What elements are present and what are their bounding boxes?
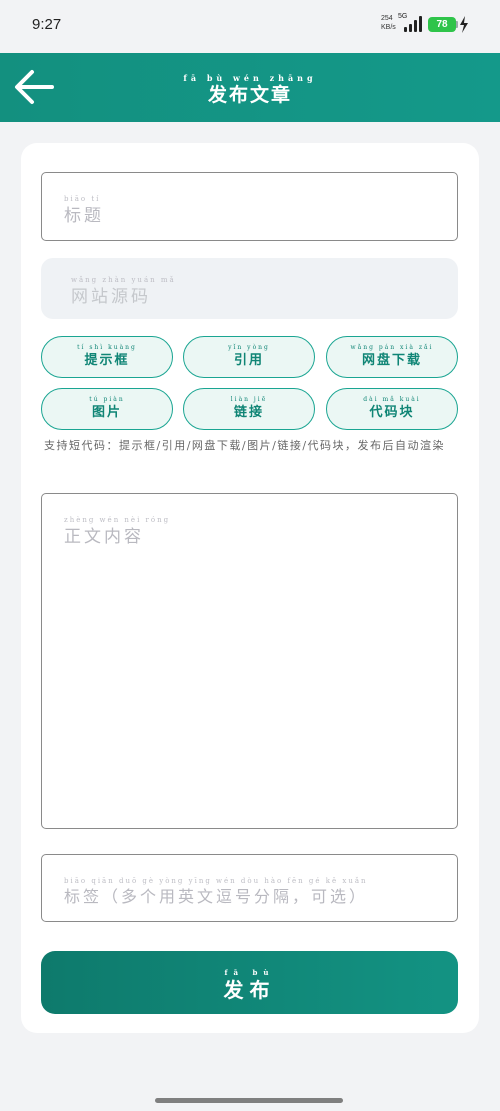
tags-placeholder: biāo qiān duō gè yòng yīng wén dòu hào f… [64,877,368,907]
chip-pinyin: tí shì kuàng [77,344,137,351]
form-card: biāo tí 标题 wǎng zhàn yuán mǎ 网站源码 tí shì… [21,143,479,1033]
chip-pinyin: liàn jiē [230,396,268,403]
source-input[interactable]: wǎng zhàn yuán mǎ 网站源码 [41,258,458,319]
body-textarea[interactable]: zhèng wén nèi róng 正文内容 [41,493,458,829]
signal-icon [404,16,424,32]
chip-label: 引用 [233,353,264,368]
network-speed-unit: KB/s [381,24,396,31]
source-placeholder: wǎng zhàn yuán mǎ 网站源码 [71,276,176,307]
battery-icon: 78 [428,17,456,32]
publish-pinyin: fā bù [224,968,275,977]
body-placeholder-text: 正文内容 [64,527,144,547]
title-placeholder-text: 标题 [64,206,104,226]
network-speed: 254 KB/s [381,14,396,32]
shortcode-button-code-block[interactable]: dài mǎ kuài 代码块 [326,388,458,430]
tags-input[interactable]: biāo qiān duō gè yòng yīng wén dòu hào f… [41,854,458,922]
battery-tip [456,21,458,28]
chip-label: 图片 [91,405,122,420]
publish-button[interactable]: fā bù 发布 [41,951,458,1014]
shortcode-button-tip-box[interactable]: tí shì kuàng 提示框 [41,336,173,378]
shortcode-button-cloud-download[interactable]: wǎng pán xià zǎi 网盘下载 [326,336,458,378]
page-title-text: 发布文章 [207,84,292,106]
shortcode-button-link[interactable]: liàn jiē 链接 [183,388,315,430]
shortcode-button-image[interactable]: tú piàn 图片 [41,388,173,430]
title-placeholder: biāo tí 标题 [64,195,104,226]
network-speed-value: 254 [381,15,393,22]
back-button[interactable] [10,65,58,109]
page-title-pinyin: fā bù wén zhāng [183,73,317,83]
shortcode-button-quote[interactable]: yǐn yòng 引用 [183,336,315,378]
body-placeholder-pinyin: zhèng wén nèi róng [64,516,171,524]
tags-placeholder-text: 标签（多个用英文逗号分隔，可选） [64,887,369,906]
chip-label: 链接 [233,405,264,420]
tags-placeholder-pinyin: biāo qiān duō gè yòng yīng wén dòu hào f… [64,877,368,885]
chip-label: 代码块 [369,405,415,420]
title-placeholder-pinyin: biāo tí [64,195,101,203]
battery-level: 78 [436,19,448,30]
status-bar: 9:27 254 KB/s 5G 78 [0,0,500,53]
arrow-left-icon [15,70,54,104]
app-bar: fā bù wén zhāng 发布文章 [0,53,500,122]
chip-label: 提示框 [84,353,130,368]
chip-pinyin: dài mǎ kuài [363,396,421,403]
status-time: 9:27 [32,16,62,33]
chip-label: 网盘下载 [361,353,422,368]
page-title: fā bù wén zhāng 发布文章 [150,53,350,122]
body-placeholder: zhèng wén nèi róng 正文内容 [64,516,170,547]
shortcode-hint: 支持短代码：提示框/引用/网盘下载/图片/链接/代码块，发布后自动渲染 [44,439,446,452]
publish-label: 发布 [223,978,276,1002]
title-input[interactable]: biāo tí 标题 [41,172,458,241]
source-placeholder-pinyin: wǎng zhàn yuán mǎ [71,276,176,284]
charging-icon [460,16,468,33]
chip-pinyin: yǐn yòng [228,344,270,351]
home-indicator[interactable] [155,1098,343,1103]
chip-pinyin: wǎng pán xià zǎi [350,344,434,351]
source-placeholder-text: 网站源码 [71,287,151,307]
chip-pinyin: tú piàn [89,396,125,403]
